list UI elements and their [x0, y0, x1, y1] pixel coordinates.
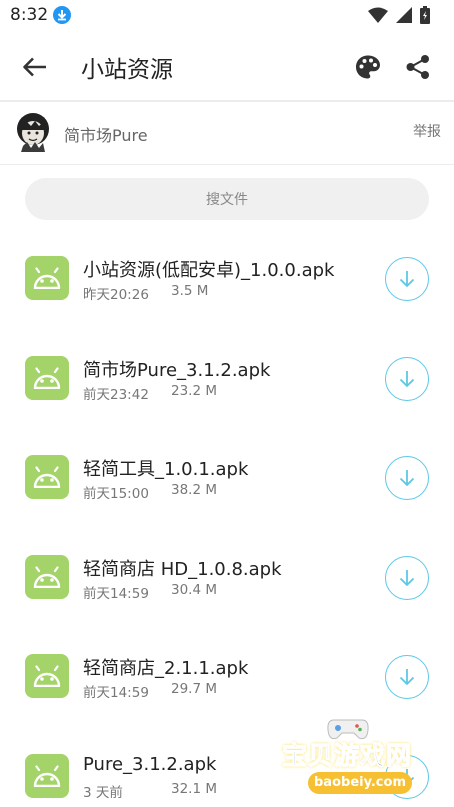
list-item[interactable]: 简市场Pure_3.1.2.apk 前天23:42 23.2 M: [0, 335, 454, 435]
file-time: 前天23:42: [83, 386, 149, 403]
android-icon: [25, 753, 69, 798]
file-time: 前天14:59: [83, 585, 149, 602]
arrow-down-icon: [399, 569, 415, 586]
wifi-icon: [368, 7, 388, 27]
android-icon: [25, 355, 69, 400]
android-icon: [25, 455, 69, 500]
file-name: 轻简工具_1.0.1.apk: [83, 459, 249, 481]
signal-icon: [396, 7, 412, 27]
report-button[interactable]: 举报: [413, 121, 441, 141]
share-button[interactable]: [401, 50, 435, 84]
download-button[interactable]: [385, 356, 429, 401]
download-notification-icon: [53, 6, 71, 24]
watermark: 宝贝游戏网 baobeiy.com: [270, 712, 454, 807]
page-title: 小站资源: [81, 57, 173, 83]
palette-icon: [356, 55, 380, 79]
arrow-left-icon: [23, 57, 46, 77]
file-name: Pure_3.1.2.apk: [83, 753, 217, 775]
owner-divider: [0, 164, 454, 165]
search-input[interactable]: 搜文件: [25, 178, 429, 220]
file-time: 前天14:59: [83, 685, 149, 702]
status-time: 8:32: [10, 5, 49, 25]
arrow-down-icon: [399, 470, 415, 487]
arrow-down-icon: [399, 370, 415, 387]
app-bar: 小站资源: [0, 32, 454, 100]
avatar[interactable]: [15, 112, 51, 152]
file-size: 29.7 M: [171, 681, 217, 698]
list-item[interactable]: 轻简工具_1.0.1.apk 前天15:00 38.2 M: [0, 434, 454, 534]
arrow-down-icon: [399, 271, 415, 287]
android-icon: [25, 654, 69, 699]
file-name: 小站资源(低配安卓)_1.0.0.apk: [83, 260, 335, 281]
watermark-url: baobeiy.com: [308, 772, 412, 794]
file-size: 3.5 M: [171, 283, 209, 299]
share-icon: [406, 55, 429, 79]
status-bar: 8:32: [0, 0, 454, 32]
list-item[interactable]: 小站资源(低配安卓)_1.0.0.apk 昨天20:26 3.5 M: [0, 235, 454, 335]
file-name: 简市场Pure_3.1.2.apk: [83, 359, 271, 381]
file-time: 3 天前: [83, 784, 123, 801]
status-icons: [368, 6, 430, 28]
android-icon: [25, 256, 69, 300]
file-name: 轻简商店_2.1.1.apk: [83, 658, 249, 680]
list-item[interactable]: 轻简商店 HD_1.0.8.apk 前天14:59 30.4 M: [0, 534, 454, 634]
android-icon: [25, 554, 69, 599]
file-size: 32.1 M: [171, 780, 217, 797]
owner-name[interactable]: 简市场Pure: [64, 122, 148, 146]
watermark-title: 宝贝游戏网: [281, 741, 413, 771]
download-button[interactable]: [385, 257, 429, 301]
download-button[interactable]: [385, 456, 429, 501]
download-button[interactable]: [385, 655, 429, 700]
file-time: 前天15:00: [83, 486, 149, 503]
owner-row[interactable]: 简市场Pure 举报: [0, 102, 454, 164]
file-size: 30.4 M: [171, 581, 217, 598]
file-name: 轻简商店 HD_1.0.8.apk: [83, 558, 282, 580]
file-time: 昨天20:26: [83, 287, 149, 303]
download-button[interactable]: [385, 555, 429, 600]
file-size: 38.2 M: [171, 482, 217, 499]
file-size: 23.2 M: [171, 382, 217, 399]
arrow-down-icon: [399, 669, 415, 686]
theme-button[interactable]: [351, 50, 385, 84]
battery-icon: [420, 6, 430, 28]
back-button[interactable]: [18, 50, 52, 84]
